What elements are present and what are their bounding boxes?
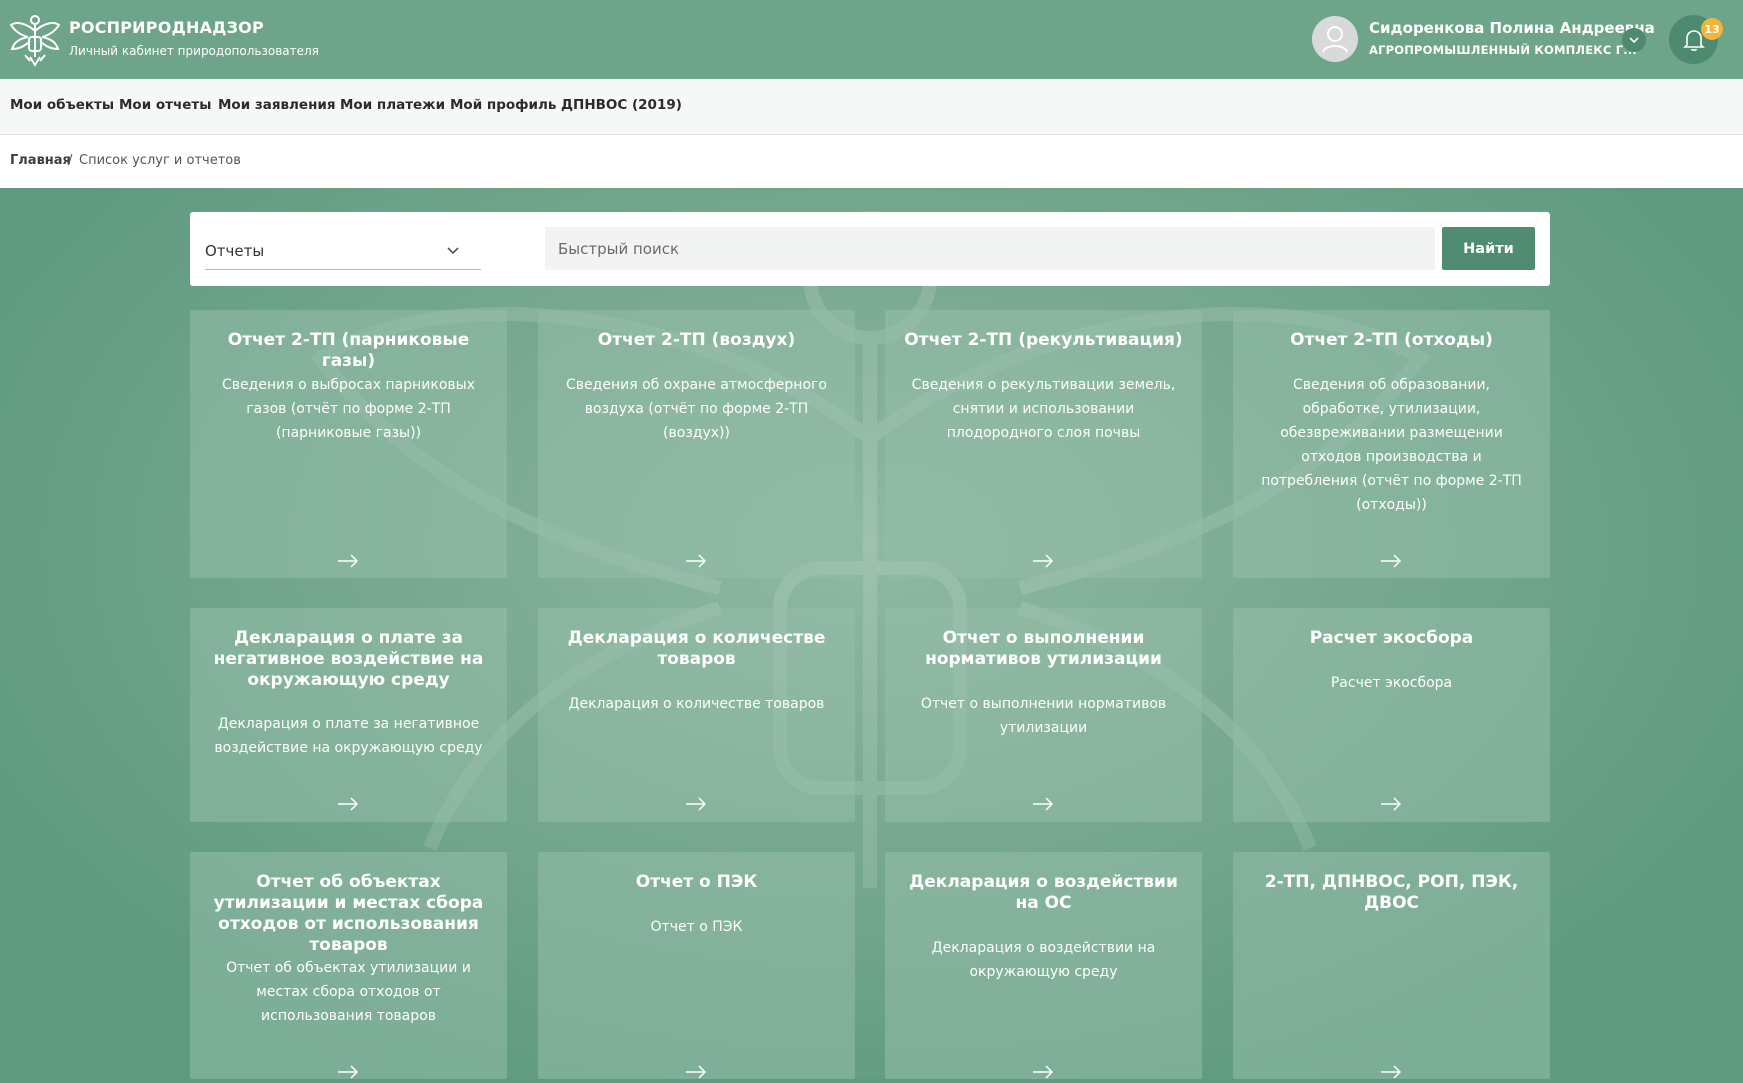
service-card[interactable]: Отчет о выполнении нормативов утилизации… (885, 608, 1202, 822)
service-card[interactable]: Декларация о количестве товаров Декларац… (538, 608, 855, 822)
nav-my-objects[interactable]: Мои объекты (10, 97, 114, 113)
service-card[interactable]: Отчет 2-ТП (отходы) Сведения об образова… (1233, 310, 1550, 578)
service-card[interactable]: Расчет экосбора Расчет экосбора (1233, 608, 1550, 822)
card-title: Отчет 2-ТП (воздух) (597, 330, 796, 350)
card-description: Сведения об образовании, обработке, утил… (1261, 377, 1522, 513)
category-select-value: Отчеты (205, 242, 265, 260)
service-card[interactable]: 2-ТП, ДПНВОС, РОП, ПЭК, ДВОС (1233, 852, 1550, 1079)
brand-name: РОСПРИРОДНАДЗОР (69, 18, 264, 37)
card-description: Отчет о ПЭК (650, 919, 743, 935)
card-title: Отчет об объектах утилизации и местах сб… (213, 872, 484, 955)
card-title: Отчет о выполнении нормативов утилизации (925, 628, 1162, 669)
card-title: Декларация о воздействии на ОС (909, 872, 1178, 913)
card-description: Декларация о количестве товаров (568, 696, 825, 712)
card-title: Отчет 2-ТП (рекультивация) (904, 330, 1183, 350)
service-card[interactable]: Отчет 2-ТП (парниковые газы) Сведения о … (190, 310, 507, 578)
nav-my-payments[interactable]: Мои платежи (340, 97, 445, 113)
arrow-right-icon (1381, 1065, 1402, 1079)
arrow-right-icon (1381, 554, 1402, 568)
breadcrumb-current: Список услуг и отчетов (79, 153, 241, 168)
card-title: Декларация о количестве товаров (567, 628, 826, 669)
arrow-right-icon (338, 797, 359, 811)
eagle-emblem-logo-icon[interactable] (8, 11, 62, 69)
brand-subtitle: Личный кабинет природопользователя (69, 44, 319, 58)
nav-my-reports[interactable]: Мои отчеты (119, 97, 211, 113)
arrow-right-icon (1033, 554, 1054, 568)
user-organization: АГРОПРОМЫШЛЕННЫЙ КОМПЛЕКС Г... (1369, 43, 1637, 57)
arrow-right-icon (686, 554, 707, 568)
chevron-down-icon (447, 247, 459, 255)
arrow-right-icon (686, 797, 707, 811)
card-title: Расчет экосбора (1309, 628, 1474, 648)
breadcrumb: Главная / Список услуг и отчетов (0, 135, 1743, 188)
arrow-right-icon (338, 1065, 359, 1079)
arrow-right-icon (686, 1065, 707, 1079)
user-icon (1322, 26, 1348, 53)
nav-my-profile[interactable]: Мой профиль (450, 97, 556, 113)
quick-search-input[interactable] (545, 227, 1435, 270)
card-description: Отчет о выполнении нормативов утилизации (920, 696, 1167, 736)
service-card[interactable]: Отчет 2-ТП (воздух) Сведения об охране а… (538, 310, 855, 578)
category-select[interactable]: Отчеты (205, 232, 481, 270)
service-card[interactable]: Отчет об объектах утилизации и местах сб… (190, 852, 507, 1079)
card-description: Сведения о выбросах парниковых газов (от… (222, 377, 475, 441)
breadcrumb-home[interactable]: Главная (10, 153, 71, 168)
nav-my-applications[interactable]: Мои заявления (218, 97, 336, 113)
card-title: 2-ТП, ДПНВОС, РОП, ПЭК, ДВОС (1264, 872, 1519, 913)
nav-dpnvos-2019[interactable]: ДПНВОС (2019) (561, 97, 682, 113)
arrow-right-icon (1033, 797, 1054, 811)
card-description: Декларация о плате за негативное воздейс… (214, 716, 483, 756)
user-name: Сидоренкова Полина Андреевна (1369, 19, 1655, 37)
user-avatar[interactable] (1312, 16, 1358, 62)
notifications-badge: 13 (1701, 18, 1723, 40)
chevron-down-icon (1629, 37, 1639, 44)
top-header: РОСПРИРОДНАДЗОР Личный кабинет природопо… (0, 0, 1743, 79)
arrow-right-icon (1033, 1065, 1054, 1079)
service-card[interactable]: Отчет 2-ТП (рекультивация) Сведения о ре… (885, 310, 1202, 578)
search-button[interactable]: Найти (1442, 227, 1535, 270)
card-description: Сведения о рекультивации земель, снятии … (911, 377, 1176, 441)
service-card[interactable]: Декларация о плате за негативное воздейс… (190, 608, 507, 822)
card-title: Декларация о плате за негативное воздейс… (213, 628, 484, 690)
card-title: Отчет 2-ТП (отходы) (1290, 330, 1493, 350)
main-navigation: Мои объекты Мои отчеты Мои заявления Мои… (0, 79, 1743, 135)
card-description: Декларация о воздействии на окружающую с… (931, 940, 1156, 980)
service-card[interactable]: Отчет о ПЭК Отчет о ПЭК (538, 852, 855, 1079)
arrow-right-icon (1381, 797, 1402, 811)
service-card[interactable]: Декларация о воздействии на ОС Деклараци… (885, 852, 1202, 1079)
card-title: Отчет 2-ТП (парниковые газы) (227, 330, 470, 371)
arrow-right-icon (338, 554, 359, 568)
breadcrumb-separator: / (68, 153, 73, 168)
card-description: Расчет экосбора (1330, 675, 1453, 691)
card-description: Сведения об охране атмосферного воздуха … (566, 377, 827, 441)
search-panel: Отчеты Найти (190, 212, 1550, 286)
card-description: Отчет об объектах утилизации и местах сб… (226, 960, 471, 1024)
user-menu-toggle[interactable] (1622, 28, 1646, 52)
card-title: Отчет о ПЭК (635, 872, 758, 892)
